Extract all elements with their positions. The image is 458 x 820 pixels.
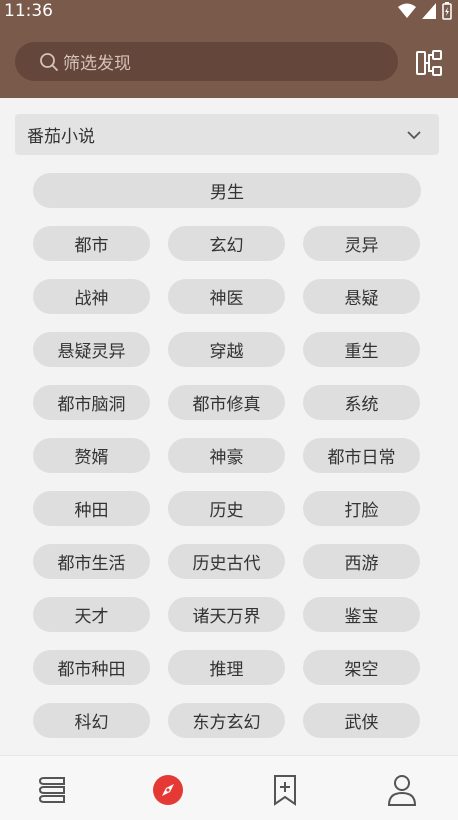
chevron-down-icon xyxy=(407,131,421,140)
tag-grid: 都市 玄幻 灵异 战神 神医 悬疑 悬疑灵异 穿越 重生 都市脑洞 都市修真 系… xyxy=(33,226,421,755)
status-time: 11:36 xyxy=(4,1,53,21)
tag-item[interactable]: 种田 xyxy=(33,491,150,526)
nav-profile[interactable] xyxy=(385,773,419,807)
status-bar: 11:36 xyxy=(0,0,458,22)
group-filter-icon[interactable] xyxy=(414,48,444,78)
tag-item[interactable]: 天才 xyxy=(33,597,150,632)
tag-item[interactable]: 重生 xyxy=(303,332,420,367)
explore-icon xyxy=(153,775,183,805)
bottom-nav xyxy=(0,755,458,820)
tag-item[interactable]: 架空 xyxy=(303,650,420,685)
tag-item[interactable]: 都市脑洞 xyxy=(33,385,150,420)
tag-item[interactable]: 灵异 xyxy=(303,226,420,261)
nav-bookmark[interactable] xyxy=(268,773,302,807)
group-title[interactable]: 男生 xyxy=(33,173,421,208)
tag-item[interactable]: 神豪 xyxy=(168,438,285,473)
app-bar: 11:36 筛选发现 xyxy=(0,0,458,98)
tag-item[interactable]: 都市种田 xyxy=(33,650,150,685)
tag-item[interactable]: 打脸 xyxy=(303,491,420,526)
nav-explore[interactable] xyxy=(151,773,185,807)
status-icons xyxy=(398,2,452,20)
tag-item[interactable]: 神医 xyxy=(168,279,285,314)
wifi-icon xyxy=(398,3,416,18)
tag-item[interactable]: 悬疑灵异 xyxy=(33,332,150,367)
tag-item[interactable]: 推理 xyxy=(168,650,285,685)
tag-item[interactable]: 悬疑 xyxy=(303,279,420,314)
tag-item[interactable]: 玄幻 xyxy=(168,226,285,261)
bookmark-add-icon xyxy=(274,775,296,806)
tag-item[interactable]: 历史 xyxy=(168,491,285,526)
tag-item[interactable]: 系统 xyxy=(303,385,420,420)
search-placeholder: 筛选发现 xyxy=(63,54,131,74)
tag-item[interactable]: 武侠 xyxy=(303,703,420,738)
tag-item[interactable]: 诸天万界 xyxy=(168,597,285,632)
signal-icon xyxy=(422,3,436,19)
tag-item[interactable]: 西游 xyxy=(303,544,420,579)
nav-bookshelf[interactable] xyxy=(35,773,69,807)
tag-item[interactable]: 都市修真 xyxy=(168,385,285,420)
tag-item[interactable]: 东方玄幻 xyxy=(168,703,285,738)
tag-item[interactable]: 穿越 xyxy=(168,332,285,367)
source-select[interactable]: 番茄小说 xyxy=(15,114,439,155)
profile-icon xyxy=(387,775,417,806)
tag-item[interactable]: 都市日常 xyxy=(303,438,420,473)
tag-item[interactable]: 都市 xyxy=(33,226,150,261)
tag-item[interactable]: 科幻 xyxy=(33,703,150,738)
source-select-value: 番茄小说 xyxy=(27,127,95,147)
tag-item[interactable]: 战神 xyxy=(33,279,150,314)
tag-item[interactable]: 鉴宝 xyxy=(303,597,420,632)
battery-icon xyxy=(442,2,452,20)
tag-item[interactable]: 都市生活 xyxy=(33,544,150,579)
tag-item[interactable]: 历史古代 xyxy=(168,544,285,579)
explore-content: 番茄小说 男生 都市 玄幻 灵异 战神 神医 悬疑 悬疑灵异 穿越 重生 都市脑… xyxy=(0,98,458,755)
tag-item[interactable]: 赘婿 xyxy=(33,438,150,473)
search-input[interactable]: 筛选发现 xyxy=(15,42,398,81)
search-icon xyxy=(40,52,58,71)
bookshelf-icon xyxy=(38,777,65,803)
